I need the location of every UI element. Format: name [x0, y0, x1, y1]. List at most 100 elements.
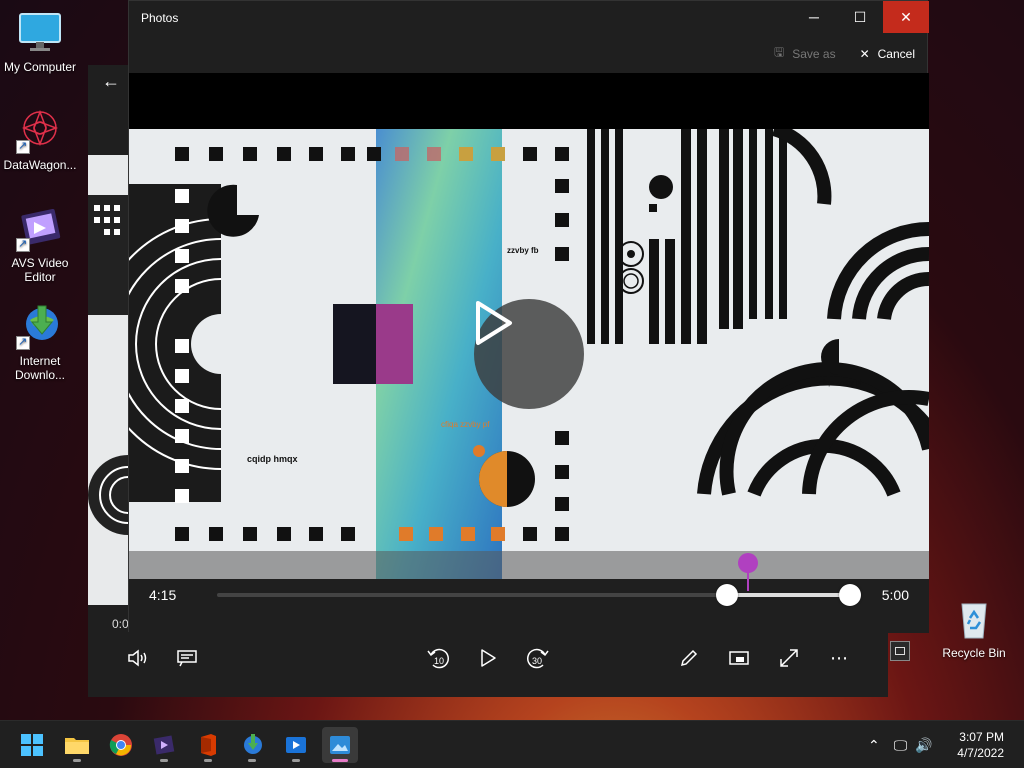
save-as-icon: 🖫 — [773, 45, 785, 59]
end-time: 5:00 — [881, 587, 909, 603]
running-indicator — [248, 759, 256, 762]
desktop-icon-label: AVS Video Editor — [11, 256, 69, 284]
video-frame[interactable]: cqidp hmqx zzvby fb cfiqa zzvby pf cfiqa… — [129, 129, 929, 579]
title-bar[interactable]: Photos ─ ☐ ✕ — [129, 1, 929, 35]
start-button[interactable] — [14, 727, 50, 763]
captions-icon — [177, 650, 197, 667]
show-hidden-icons-button[interactable]: ⌃ — [868, 737, 880, 754]
minimize-icon: ─ — [809, 9, 819, 25]
minimize-button[interactable]: ─ — [791, 1, 837, 33]
pencil-icon — [680, 649, 698, 667]
video-text-4: cfiqa zzvby pf — [819, 380, 861, 387]
recycle-bin-icon — [950, 594, 998, 642]
taskbar-clock[interactable]: 3:07 PM 4/7/2022 — [957, 729, 1004, 761]
taskbar-chrome[interactable] — [103, 727, 139, 763]
desktop-icon-label: Internet Downlo... — [14, 354, 66, 382]
desktop-icon-label: My Computer — [3, 60, 77, 74]
desktop-icon-internet-download[interactable]: Internet Downlo... — [0, 302, 80, 382]
chrome-icon — [109, 734, 132, 756]
clock-time: 3:07 PM — [959, 730, 1004, 744]
desktop-icon-label: Recycle Bin — [942, 646, 1006, 660]
save-as-label: Save as — [792, 46, 836, 61]
fullscreen-button[interactable] — [775, 644, 803, 672]
taskbar-photos[interactable] — [322, 727, 358, 763]
play-icon — [481, 649, 496, 667]
desktop-icon-my-computer[interactable]: My Computer — [0, 8, 80, 74]
video-editor-icon — [286, 737, 306, 753]
cancel-button[interactable]: ✕ Cancel — [860, 43, 915, 64]
computer-icon — [16, 8, 64, 56]
running-indicator — [332, 759, 348, 762]
back-arrow-icon[interactable]: ← — [102, 71, 120, 92]
start-icon — [21, 734, 43, 756]
save-as-button[interactable]: 🖫 Save as — [774, 43, 836, 64]
video-overlay-bar — [129, 551, 929, 579]
rewind-10-button[interactable]: 10 — [424, 644, 452, 672]
avs-video-icon — [153, 735, 175, 755]
play-overlay-button[interactable] — [474, 299, 584, 409]
clock-date: 4/7/2022 — [957, 746, 1004, 760]
taskbar-internet-download[interactable] — [234, 727, 270, 763]
svg-text:30: 30 — [532, 656, 542, 666]
file-explorer-icon — [65, 738, 89, 754]
more-icon: ⋯ — [830, 647, 848, 668]
mini-view-button[interactable] — [725, 644, 753, 672]
trim-selection — [727, 593, 850, 597]
trim-track[interactable] — [217, 553, 861, 606]
maximize-icon: ☐ — [853, 8, 867, 25]
edit-button[interactable] — [675, 644, 703, 672]
desktop-icon-avs-video-editor[interactable]: AVS Video Editor — [0, 204, 80, 284]
playhead-stem — [746, 571, 749, 591]
maximize-button[interactable]: ☐ — [837, 1, 883, 33]
video-text-2: zzvby fb — [507, 246, 539, 255]
system-tray: ⌃ 🖵 🔊 — [868, 721, 933, 768]
forward-30-icon: 30 — [526, 648, 549, 669]
cancel-icon: ✕ — [859, 46, 870, 61]
expand-icon — [780, 649, 798, 667]
trim-end-handle[interactable] — [838, 584, 861, 606]
volume-tray-icon[interactable]: 🔊 — [915, 737, 932, 754]
window-title: Photos — [141, 11, 179, 25]
photos-icon — [330, 736, 350, 754]
cancel-label: Cancel — [877, 46, 915, 61]
more-options-button[interactable]: ⋯ — [825, 644, 853, 672]
rewind-10-icon: 10 — [427, 648, 450, 669]
desktop-icon-label: DataWagon... — [3, 158, 77, 172]
background-video-preview — [88, 155, 168, 605]
running-indicator — [73, 759, 81, 762]
network-icon[interactable]: 🖵 — [894, 737, 908, 754]
captions-button[interactable] — [173, 644, 201, 672]
taskbar: ⌃ 🖵 🔊 3:07 PM 4/7/2022 — [0, 720, 1024, 768]
playhead-handle[interactable] — [737, 553, 758, 573]
running-indicator — [292, 759, 300, 762]
taskbar-avs-video[interactable] — [146, 727, 182, 763]
playback-controls: 10 30 ⋯ — [88, 632, 888, 684]
forward-30-button[interactable]: 30 — [524, 644, 552, 672]
taskbar-file-explorer[interactable] — [59, 727, 95, 763]
internet-download-manager-icon — [16, 302, 64, 350]
shortcut-arrow-icon — [16, 335, 30, 350]
running-indicator — [204, 759, 212, 762]
trim-start-handle[interactable] — [716, 584, 739, 606]
video-letterbox — [129, 73, 929, 129]
office-icon — [201, 734, 216, 756]
photos-window[interactable]: Photos ─ ☐ ✕ 🖫 Save as ✕ Cancel cqidp hm… — [128, 0, 929, 633]
avs-video-editor-icon — [16, 204, 64, 252]
shortcut-arrow-icon — [16, 237, 30, 252]
shortcut-arrow-icon — [16, 139, 30, 154]
close-button[interactable]: ✕ — [883, 1, 929, 33]
video-text-3: cfiqa zzvby pf — [441, 420, 490, 429]
editor-toolbar: 🖫 Save as ✕ Cancel — [774, 43, 915, 64]
desktop-icon-recycle-bin[interactable]: Recycle Bin — [934, 594, 1014, 660]
mini-view-icon — [729, 651, 749, 665]
current-time: 4:15 — [149, 587, 177, 603]
desktop-icon-datawagon[interactable]: DataWagon... — [0, 106, 80, 172]
volume-icon — [128, 649, 147, 667]
close-icon: ✕ — [900, 8, 912, 25]
play-button[interactable] — [474, 644, 502, 672]
taskbar-office[interactable] — [190, 727, 226, 763]
volume-button[interactable] — [124, 644, 152, 672]
taskbar-video-editor[interactable] — [278, 727, 314, 763]
trim-seek-area: 4:15 5:00 — [129, 553, 929, 633]
mini-player-icon[interactable] — [890, 641, 910, 661]
